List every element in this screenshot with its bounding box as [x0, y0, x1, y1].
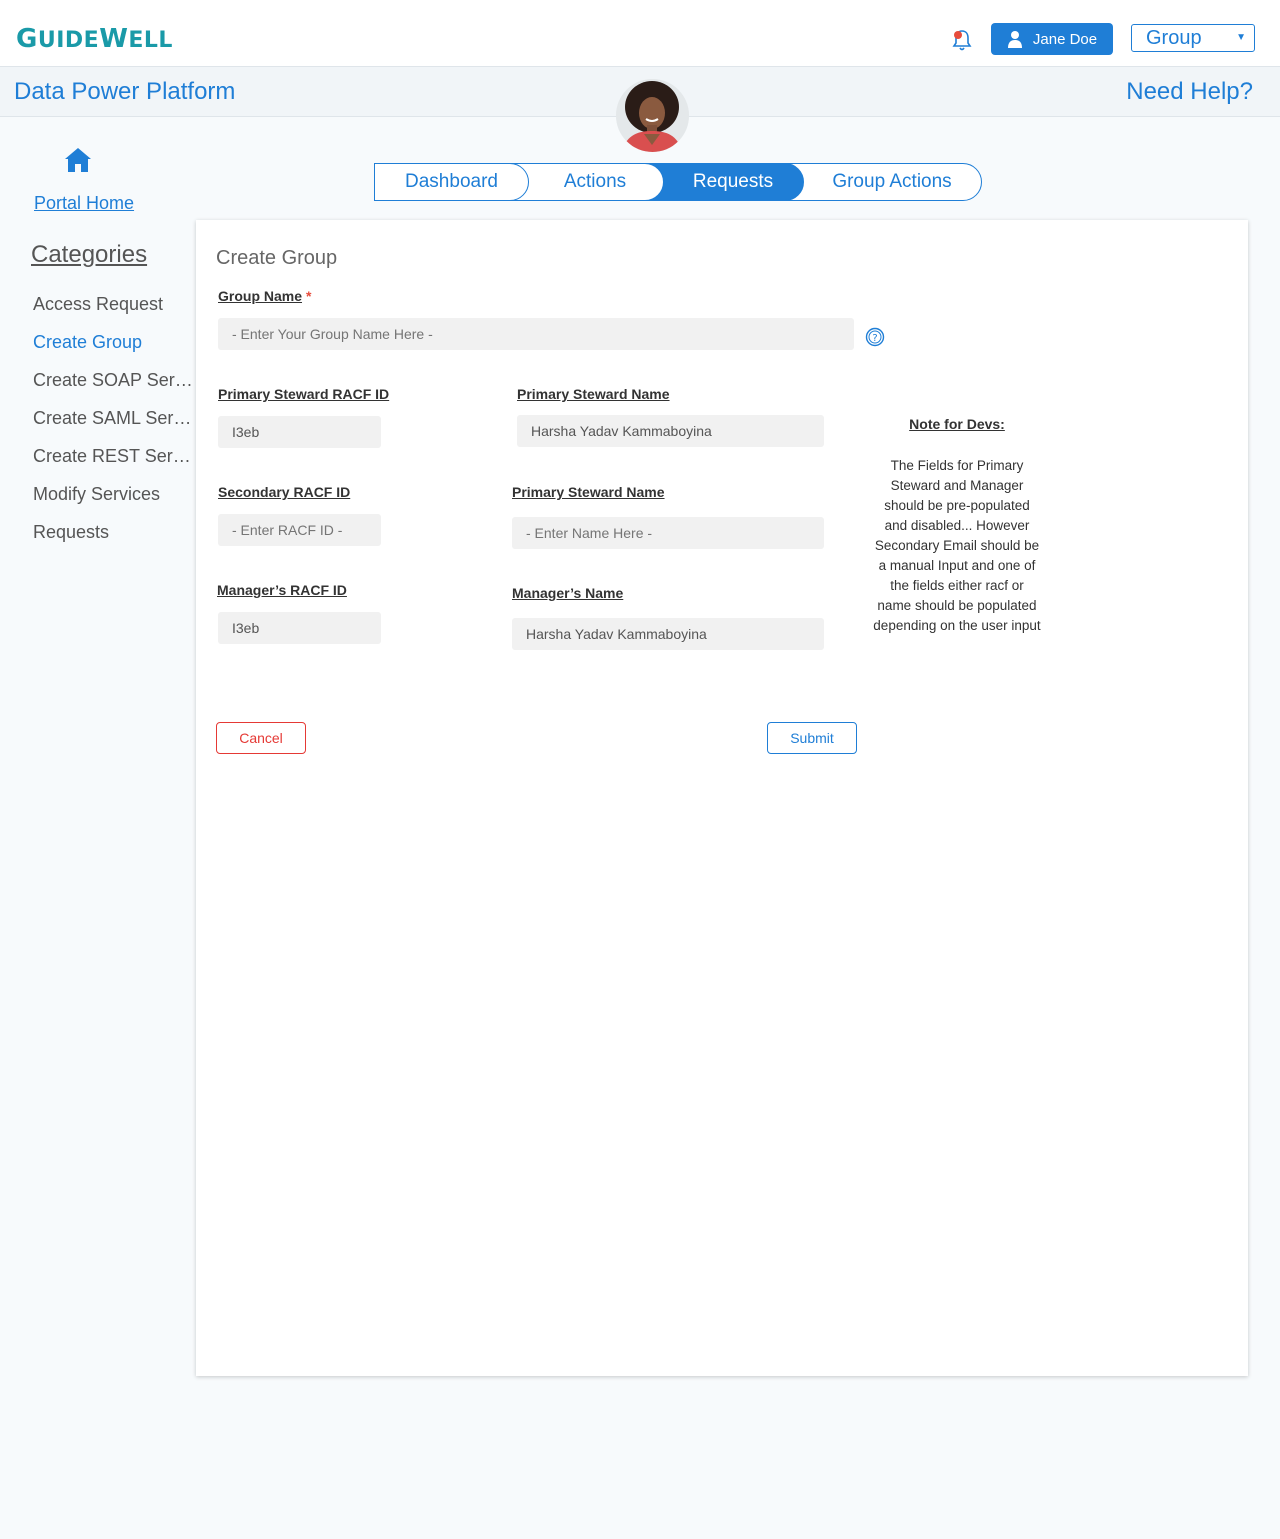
portal-home-link[interactable]: Portal Home: [34, 193, 134, 214]
platform-title: Data Power Platform: [14, 78, 236, 105]
user-name: Jane Doe: [1032, 30, 1098, 48]
guidewell-logo[interactable]: GUIDEWELL: [16, 24, 173, 54]
category-item-requests[interactable]: Requests: [33, 522, 196, 560]
manager-name-field: Harsha Yadav Kammaboyina: [512, 618, 824, 650]
tab-actions[interactable]: Actions: [508, 163, 664, 201]
category-item-access-request[interactable]: Access Request: [33, 294, 196, 332]
group-name-input[interactable]: [218, 318, 854, 350]
tab-dashboard[interactable]: Dashboard: [374, 163, 529, 201]
manager-name-label: Manager’s Name: [512, 585, 624, 601]
need-help-link[interactable]: Need Help?: [1126, 78, 1253, 106]
secondary-racf-input[interactable]: [218, 514, 381, 546]
category-item-create-soap-service[interactable]: Create SOAP Servi...: [33, 370, 196, 408]
category-item-create-group[interactable]: Create Group: [33, 332, 196, 370]
svg-text:?: ?: [872, 333, 877, 344]
secondary-name-input[interactable]: [512, 517, 824, 549]
user-profile-button[interactable]: Jane Doe: [991, 23, 1113, 55]
category-item-modify-services[interactable]: Modify Services: [33, 484, 196, 522]
avatar[interactable]: [616, 79, 689, 152]
notification-bell-icon[interactable]: [950, 28, 974, 52]
caret-down-icon: ▼: [1236, 32, 1246, 43]
page-title: Create Group: [216, 247, 338, 269]
dev-note-title: Note for Devs:: [909, 416, 1005, 432]
tab-requests[interactable]: Requests: [644, 163, 804, 201]
group-name-label-text: Group Name: [218, 288, 303, 304]
help-question-icon[interactable]: ?: [865, 327, 885, 347]
user-icon: [1007, 31, 1022, 48]
manager-racf-field: I3eb: [218, 612, 381, 644]
avatar-image: [616, 79, 689, 152]
top-bar: GUIDEWELL Jane Doe Group ▼: [0, 0, 1280, 66]
group-select[interactable]: Group ▼: [1131, 24, 1255, 52]
categories-title: Categories: [31, 241, 148, 268]
required-marker: *: [306, 288, 312, 304]
secondary-racf-label: Secondary RACF ID: [218, 484, 351, 500]
category-list: Access Request Create Group Create SOAP …: [33, 294, 196, 560]
primary-racf-label: Primary Steward RACF ID: [218, 386, 390, 402]
primary-name-label: Primary Steward Name: [517, 386, 670, 402]
cancel-button[interactable]: Cancel: [216, 722, 306, 754]
primary-name-field: Harsha Yadav Kammaboyina: [517, 415, 824, 447]
group-select-value: Group: [1146, 27, 1202, 49]
group-name-label: Group Name *: [218, 288, 311, 304]
submit-button[interactable]: Submit: [767, 722, 857, 754]
category-item-create-saml-service[interactable]: Create SAML Servi...: [33, 408, 196, 446]
category-item-create-rest-service[interactable]: Create REST Servi...: [33, 446, 196, 484]
main-tabs: Dashboard Actions Requests Group Actions: [374, 163, 982, 201]
home-icon[interactable]: [64, 146, 92, 174]
tab-group-actions[interactable]: Group Actions: [784, 163, 982, 201]
manager-racf-label: Manager’s RACF ID: [217, 582, 347, 598]
primary-racf-field: I3eb: [218, 416, 381, 448]
dev-note-body: The Fields for Primary Steward and Manag…: [873, 458, 1041, 633]
create-group-panel: Create Group Group Name* ? Primary Stewa…: [196, 220, 1248, 1376]
secondary-name-label: Primary Steward Name: [512, 484, 665, 500]
